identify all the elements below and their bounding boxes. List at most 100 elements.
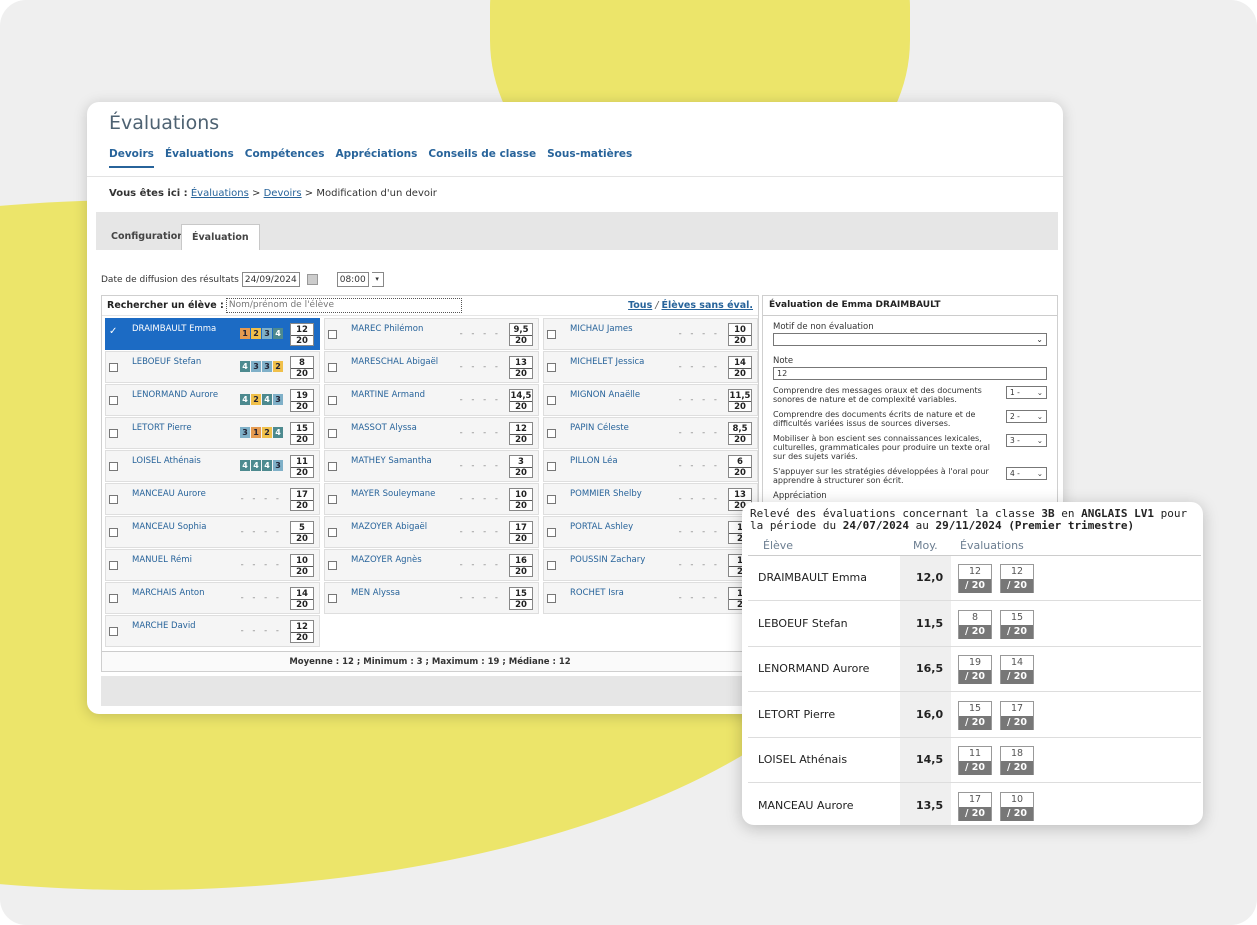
student-cell[interactable]: MARCHE David - - - - 12 20	[105, 615, 320, 647]
student-checkbox[interactable]	[328, 528, 337, 537]
student-checkbox[interactable]	[547, 495, 556, 504]
diffusion-time-select[interactable]: 08:00	[336, 272, 369, 287]
student-cell[interactable]: MAZOYER Abigaël - - - - 17 20	[324, 516, 539, 548]
student-note[interactable]: 19 20	[290, 389, 314, 412]
check-icon[interactable]: ✓	[109, 326, 117, 337]
student-cell[interactable]: MANUEL Rémi - - - - 10 20	[105, 549, 320, 581]
diffusion-date-input[interactable]: 24/09/2024	[241, 272, 300, 287]
student-checkbox[interactable]	[109, 396, 118, 405]
student-checkbox[interactable]	[328, 462, 337, 471]
student-note[interactable]: 10 20	[290, 554, 314, 577]
student-note[interactable]: 15 20	[290, 422, 314, 445]
student-checkbox[interactable]	[109, 627, 118, 636]
student-note[interactable]: 14,5 20	[509, 389, 533, 412]
student-cell[interactable]: PAPIN Céleste - - - - 8,5 20	[543, 417, 758, 449]
student-cell[interactable]: LENORMAND Aurore 4 2 4 3 19 20	[105, 384, 320, 416]
student-note[interactable]: 12 20	[290, 323, 314, 346]
student-checkbox[interactable]	[109, 561, 118, 570]
student-cell[interactable]: LETORT Pierre 3 1 2 4 15 20	[105, 417, 320, 449]
student-checkbox[interactable]	[328, 396, 337, 405]
student-checkbox[interactable]	[109, 594, 118, 603]
student-cell[interactable]: POUSSIN Zachary - - - -12	[543, 549, 758, 581]
student-note[interactable]: 12 20	[509, 422, 533, 445]
student-note[interactable]: 17 20	[509, 521, 533, 544]
student-note[interactable]: 15 20	[509, 587, 533, 610]
student-checkbox[interactable]	[109, 429, 118, 438]
student-note[interactable]: 10 20	[509, 488, 533, 511]
nav-evaluations[interactable]: Évaluations	[165, 148, 234, 168]
student-note[interactable]: 5 20	[290, 521, 314, 544]
student-cell[interactable]: MARESCHAL Abigaël - - - - 13 20	[324, 351, 539, 383]
student-cell[interactable]: MAYER Souleymane - - - - 10 20	[324, 483, 539, 515]
filter-all-link[interactable]: Tous	[628, 300, 652, 311]
filter-no-eval-link[interactable]: Élèves sans éval.	[662, 300, 754, 311]
student-checkbox[interactable]	[547, 330, 556, 339]
student-checkbox[interactable]	[328, 429, 337, 438]
student-note[interactable]: 8 20	[290, 356, 314, 379]
nav-sous-matieres[interactable]: Sous-matières	[547, 148, 632, 168]
student-cell[interactable]: ✓ DRAIMBAULT Emma 1 2 3 4 12 20	[105, 318, 320, 350]
student-note[interactable]: 6 20	[728, 455, 752, 478]
student-cell[interactable]: MARCHAIS Anton - - - - 14 20	[105, 582, 320, 614]
competence-select[interactable]: 2 - ⌄	[1006, 410, 1047, 423]
student-checkbox[interactable]	[109, 528, 118, 537]
student-note[interactable]: 10 20	[728, 323, 752, 346]
student-cell[interactable]: PORTAL Ashley - - - -12	[543, 516, 758, 548]
competence-select[interactable]: 1 - ⌄	[1006, 386, 1047, 399]
student-cell[interactable]: MASSOT Alyssa - - - - 12 20	[324, 417, 539, 449]
chevron-down-icon[interactable]: ▾	[371, 272, 384, 287]
tab-evaluation[interactable]: Évaluation	[181, 224, 260, 250]
student-checkbox[interactable]	[328, 330, 337, 339]
student-cell[interactable]: MICHAU James - - - - 10 20	[543, 318, 758, 350]
student-checkbox[interactable]	[109, 462, 118, 471]
student-checkbox[interactable]	[328, 561, 337, 570]
nav-conseils[interactable]: Conseils de classe	[428, 148, 536, 168]
student-checkbox[interactable]	[547, 462, 556, 471]
student-checkbox[interactable]	[328, 594, 337, 603]
student-cell[interactable]: MAZOYER Agnès - - - - 16 20	[324, 549, 539, 581]
student-checkbox[interactable]	[109, 495, 118, 504]
student-checkbox[interactable]	[547, 594, 556, 603]
calendar-icon[interactable]	[306, 274, 318, 285]
student-cell[interactable]: MARTINE Armand - - - - 14,5 20	[324, 384, 539, 416]
student-cell[interactable]: MEN Alyssa - - - - 15 20	[324, 582, 539, 614]
student-cell[interactable]: LEBOEUF Stefan 4 3 3 2 8 20	[105, 351, 320, 383]
student-note[interactable]: 11 20	[290, 455, 314, 478]
breadcrumb-link-evaluations[interactable]: Évaluations	[191, 188, 249, 199]
student-note[interactable]: 3 20	[509, 455, 533, 478]
student-cell[interactable]: MATHEY Samantha - - - - 3 20	[324, 450, 539, 482]
student-note[interactable]: 13 20	[509, 356, 533, 379]
student-checkbox[interactable]	[547, 363, 556, 372]
student-cell[interactable]: POMMIER Shelby - - - -13 20	[543, 483, 758, 515]
motif-select[interactable]: ⌄	[773, 333, 1047, 346]
nav-devoirs[interactable]: Devoirs	[109, 148, 154, 168]
student-cell[interactable]: MIGNON Anaëlle - - - - 11,5 20	[543, 384, 758, 416]
competence-select[interactable]: 3 - ⌄	[1006, 434, 1047, 447]
competence-select[interactable]: 4 - ⌄	[1006, 467, 1047, 480]
student-note[interactable]: 12 20	[290, 620, 314, 643]
student-cell[interactable]: ROCHET Isra - - - -12	[543, 582, 758, 614]
breadcrumb-link-devoirs[interactable]: Devoirs	[264, 188, 302, 199]
student-cell[interactable]: PILLON Léa - - - - 6 20	[543, 450, 758, 482]
student-checkbox[interactable]	[547, 429, 556, 438]
student-note[interactable]: 11,5 20	[728, 389, 752, 412]
student-note[interactable]: 17 20	[290, 488, 314, 511]
student-cell[interactable]: MAREC Philémon - - - - 9,5 20	[324, 318, 539, 350]
student-checkbox[interactable]	[328, 363, 337, 372]
note-input[interactable]: 12	[773, 367, 1047, 380]
student-note[interactable]: 8,5 20	[728, 422, 752, 445]
student-cell[interactable]: LOISEL Athénais 4 4 4 3 11 20	[105, 450, 320, 482]
search-input[interactable]: Nom/prénom de l'élève	[225, 298, 462, 313]
nav-appreciations[interactable]: Appréciations	[335, 148, 417, 168]
student-cell[interactable]: MANCEAU Aurore - - - - 17 20	[105, 483, 320, 515]
student-note[interactable]: 9,5 20	[509, 323, 533, 346]
student-checkbox[interactable]	[547, 528, 556, 537]
student-note[interactable]: 14 20	[728, 356, 752, 379]
nav-competences[interactable]: Compétences	[245, 148, 325, 168]
student-cell[interactable]: MICHELET Jessica - - - - 14 20	[543, 351, 758, 383]
student-note[interactable]: 16 20	[509, 554, 533, 577]
student-checkbox[interactable]	[109, 363, 118, 372]
student-cell[interactable]: MANCEAU Sophia - - - - 5 20	[105, 516, 320, 548]
student-checkbox[interactable]	[547, 561, 556, 570]
student-checkbox[interactable]	[547, 396, 556, 405]
